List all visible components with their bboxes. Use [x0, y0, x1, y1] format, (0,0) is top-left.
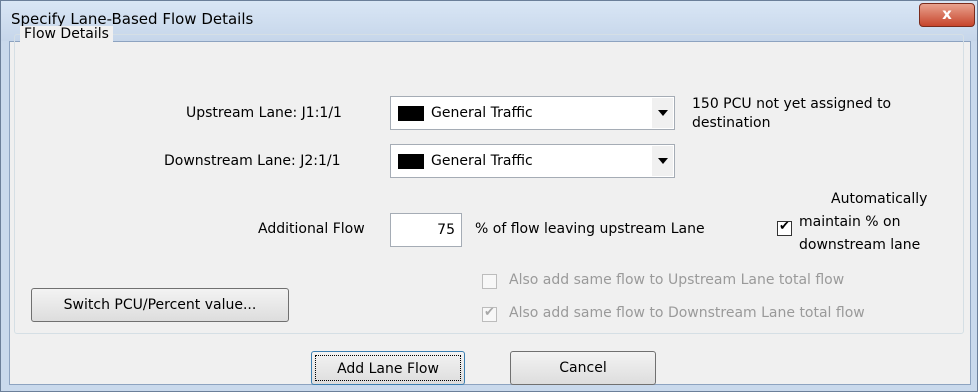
chevron-down-icon[interactable] — [651, 98, 673, 128]
auto-maintain-checkbox[interactable] — [777, 219, 792, 236]
upstream-selected-value: General Traffic — [431, 105, 533, 121]
downstream-selected-value: General Traffic — [431, 153, 533, 169]
additional-flow-suffix: % of flow leaving upstream Lane — [475, 221, 705, 237]
additional-flow-input[interactable]: 75 — [390, 213, 462, 247]
auto-maintain-label-line2: maintain % on — [799, 214, 901, 230]
color-swatch — [398, 106, 424, 121]
add-downstream-checkbox[interactable] — [482, 305, 497, 322]
add-upstream-label: Also add same flow to Upstream Lane tota… — [509, 272, 845, 288]
upstream-traffic-select[interactable]: General Traffic — [390, 96, 675, 130]
upstream-lane-label: Upstream Lane: J1:1/1 — [186, 105, 342, 121]
downstream-lane-label: Downstream Lane: J2:1/1 — [164, 153, 341, 169]
auto-maintain-label-line3: downstream lane — [799, 237, 921, 253]
auto-maintain-label-line1: Automatically — [831, 191, 928, 207]
color-swatch — [398, 154, 424, 169]
add-downstream-label: Also add same flow to Downstream Lane to… — [509, 305, 865, 321]
group-legend: Flow Details — [20, 26, 113, 42]
switch-pcu-percent-button[interactable]: Switch PCU/Percent value... — [31, 288, 289, 322]
chevron-down-icon[interactable] — [651, 146, 673, 176]
upstream-unassigned-note: 150 PCU not yet assigned to destination — [692, 96, 892, 131]
add-lane-flow-label: Add Lane Flow — [315, 355, 461, 381]
additional-flow-label: Additional Flow — [258, 221, 365, 237]
dialog-window: Specify Lane-Based Flow Details x Flow D… — [0, 0, 978, 392]
add-lane-flow-button[interactable]: Add Lane Flow — [311, 351, 465, 385]
close-button[interactable]: x — [919, 3, 975, 27]
cancel-button[interactable]: Cancel — [510, 351, 656, 385]
downstream-traffic-select[interactable]: General Traffic — [390, 144, 675, 178]
add-upstream-checkbox[interactable] — [482, 274, 497, 289]
close-icon: x — [942, 5, 952, 23]
